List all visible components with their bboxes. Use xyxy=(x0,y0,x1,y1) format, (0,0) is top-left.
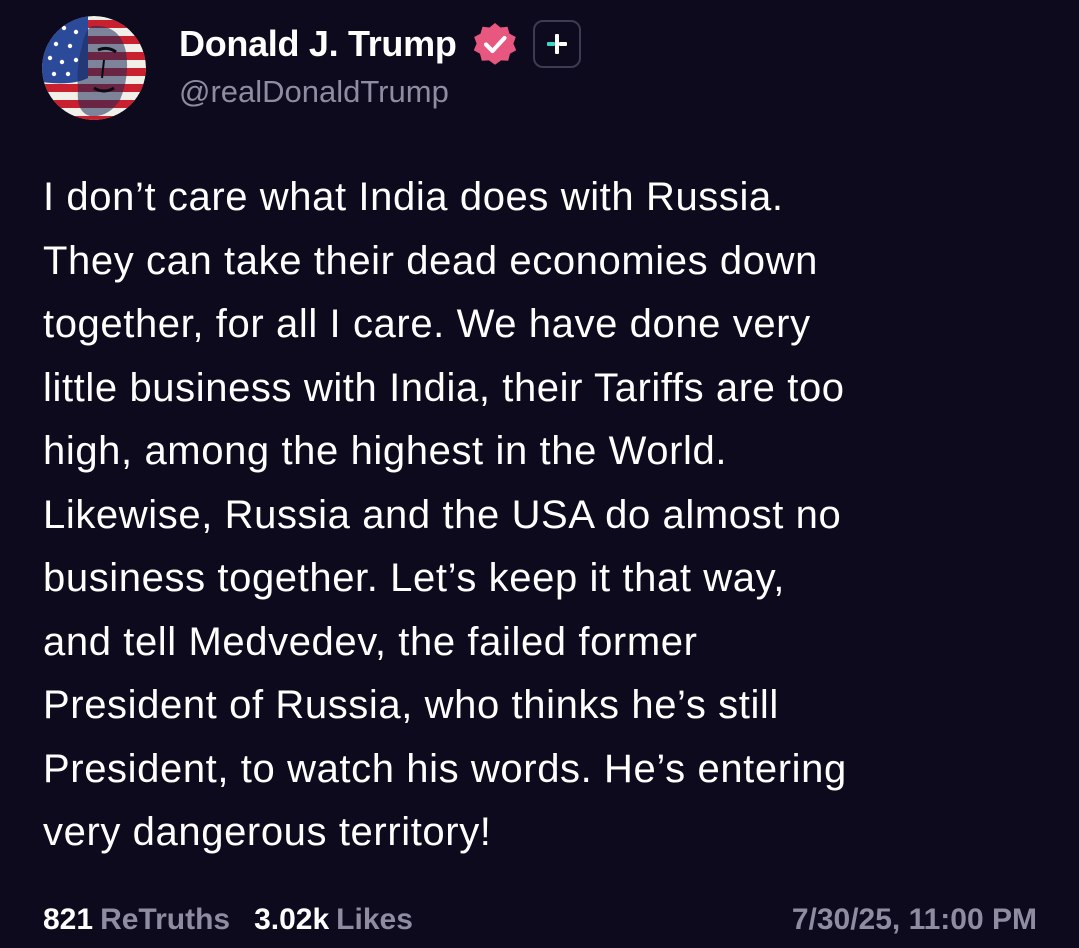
likes-label: Likes xyxy=(336,903,413,936)
post-body: I don’t care what India does with Russia… xyxy=(43,166,1053,865)
retruths-stat[interactable]: 821 ReTruths xyxy=(43,903,230,937)
author-names: Donald J. Trump @realDonaldTrump xyxy=(179,16,581,110)
post-line: President, to watch his words. He’s ente… xyxy=(43,746,847,791)
verified-check-icon xyxy=(471,20,519,68)
post-line: very dangerous territory! xyxy=(43,810,492,854)
post-line: I don’t care what India does with Russia… xyxy=(43,175,784,219)
author-handle[interactable]: @realDonaldTrump xyxy=(179,74,581,110)
post-line: together, for all I care. We have done v… xyxy=(43,302,811,346)
post-line: They can take their dead economies down xyxy=(43,238,818,283)
likes-count: 3.02k xyxy=(254,903,330,936)
flag-portrait-avatar-icon xyxy=(42,16,146,120)
post-footer: 821 ReTruths 3.02k Likes 7/30/25, 11:00 PM xyxy=(43,896,1037,944)
display-name[interactable]: Donald J. Trump xyxy=(179,23,457,65)
name-row: Donald J. Trump xyxy=(179,16,581,72)
post-line: high, among the highest in the World. xyxy=(43,429,728,473)
post-line: Likewise, Russia and the USA do almost n… xyxy=(43,492,842,537)
post-stats: 821 ReTruths 3.02k Likes xyxy=(43,903,437,937)
post-line: President of Russia, who thinks he’s sti… xyxy=(43,683,779,727)
avatar[interactable] xyxy=(42,16,146,120)
likes-stat[interactable]: 3.02k Likes xyxy=(254,903,413,937)
retruths-label: ReTruths xyxy=(100,903,231,936)
post-header: Donald J. Trump @realDonaldTrump xyxy=(42,16,581,120)
post-line: and tell Medvedev, the failed former xyxy=(43,619,698,664)
truth-post: Donald J. Trump @realDonaldTrump I don’t… xyxy=(0,0,1079,948)
plus-badge-icon[interactable] xyxy=(532,20,581,68)
post-line: little business with India, their Tariff… xyxy=(43,365,845,410)
post-line: business together. Let’s keep it that wa… xyxy=(43,556,785,600)
retruths-count: 821 xyxy=(43,903,94,936)
post-timestamp[interactable]: 7/30/25, 11:00 PM xyxy=(792,903,1037,937)
